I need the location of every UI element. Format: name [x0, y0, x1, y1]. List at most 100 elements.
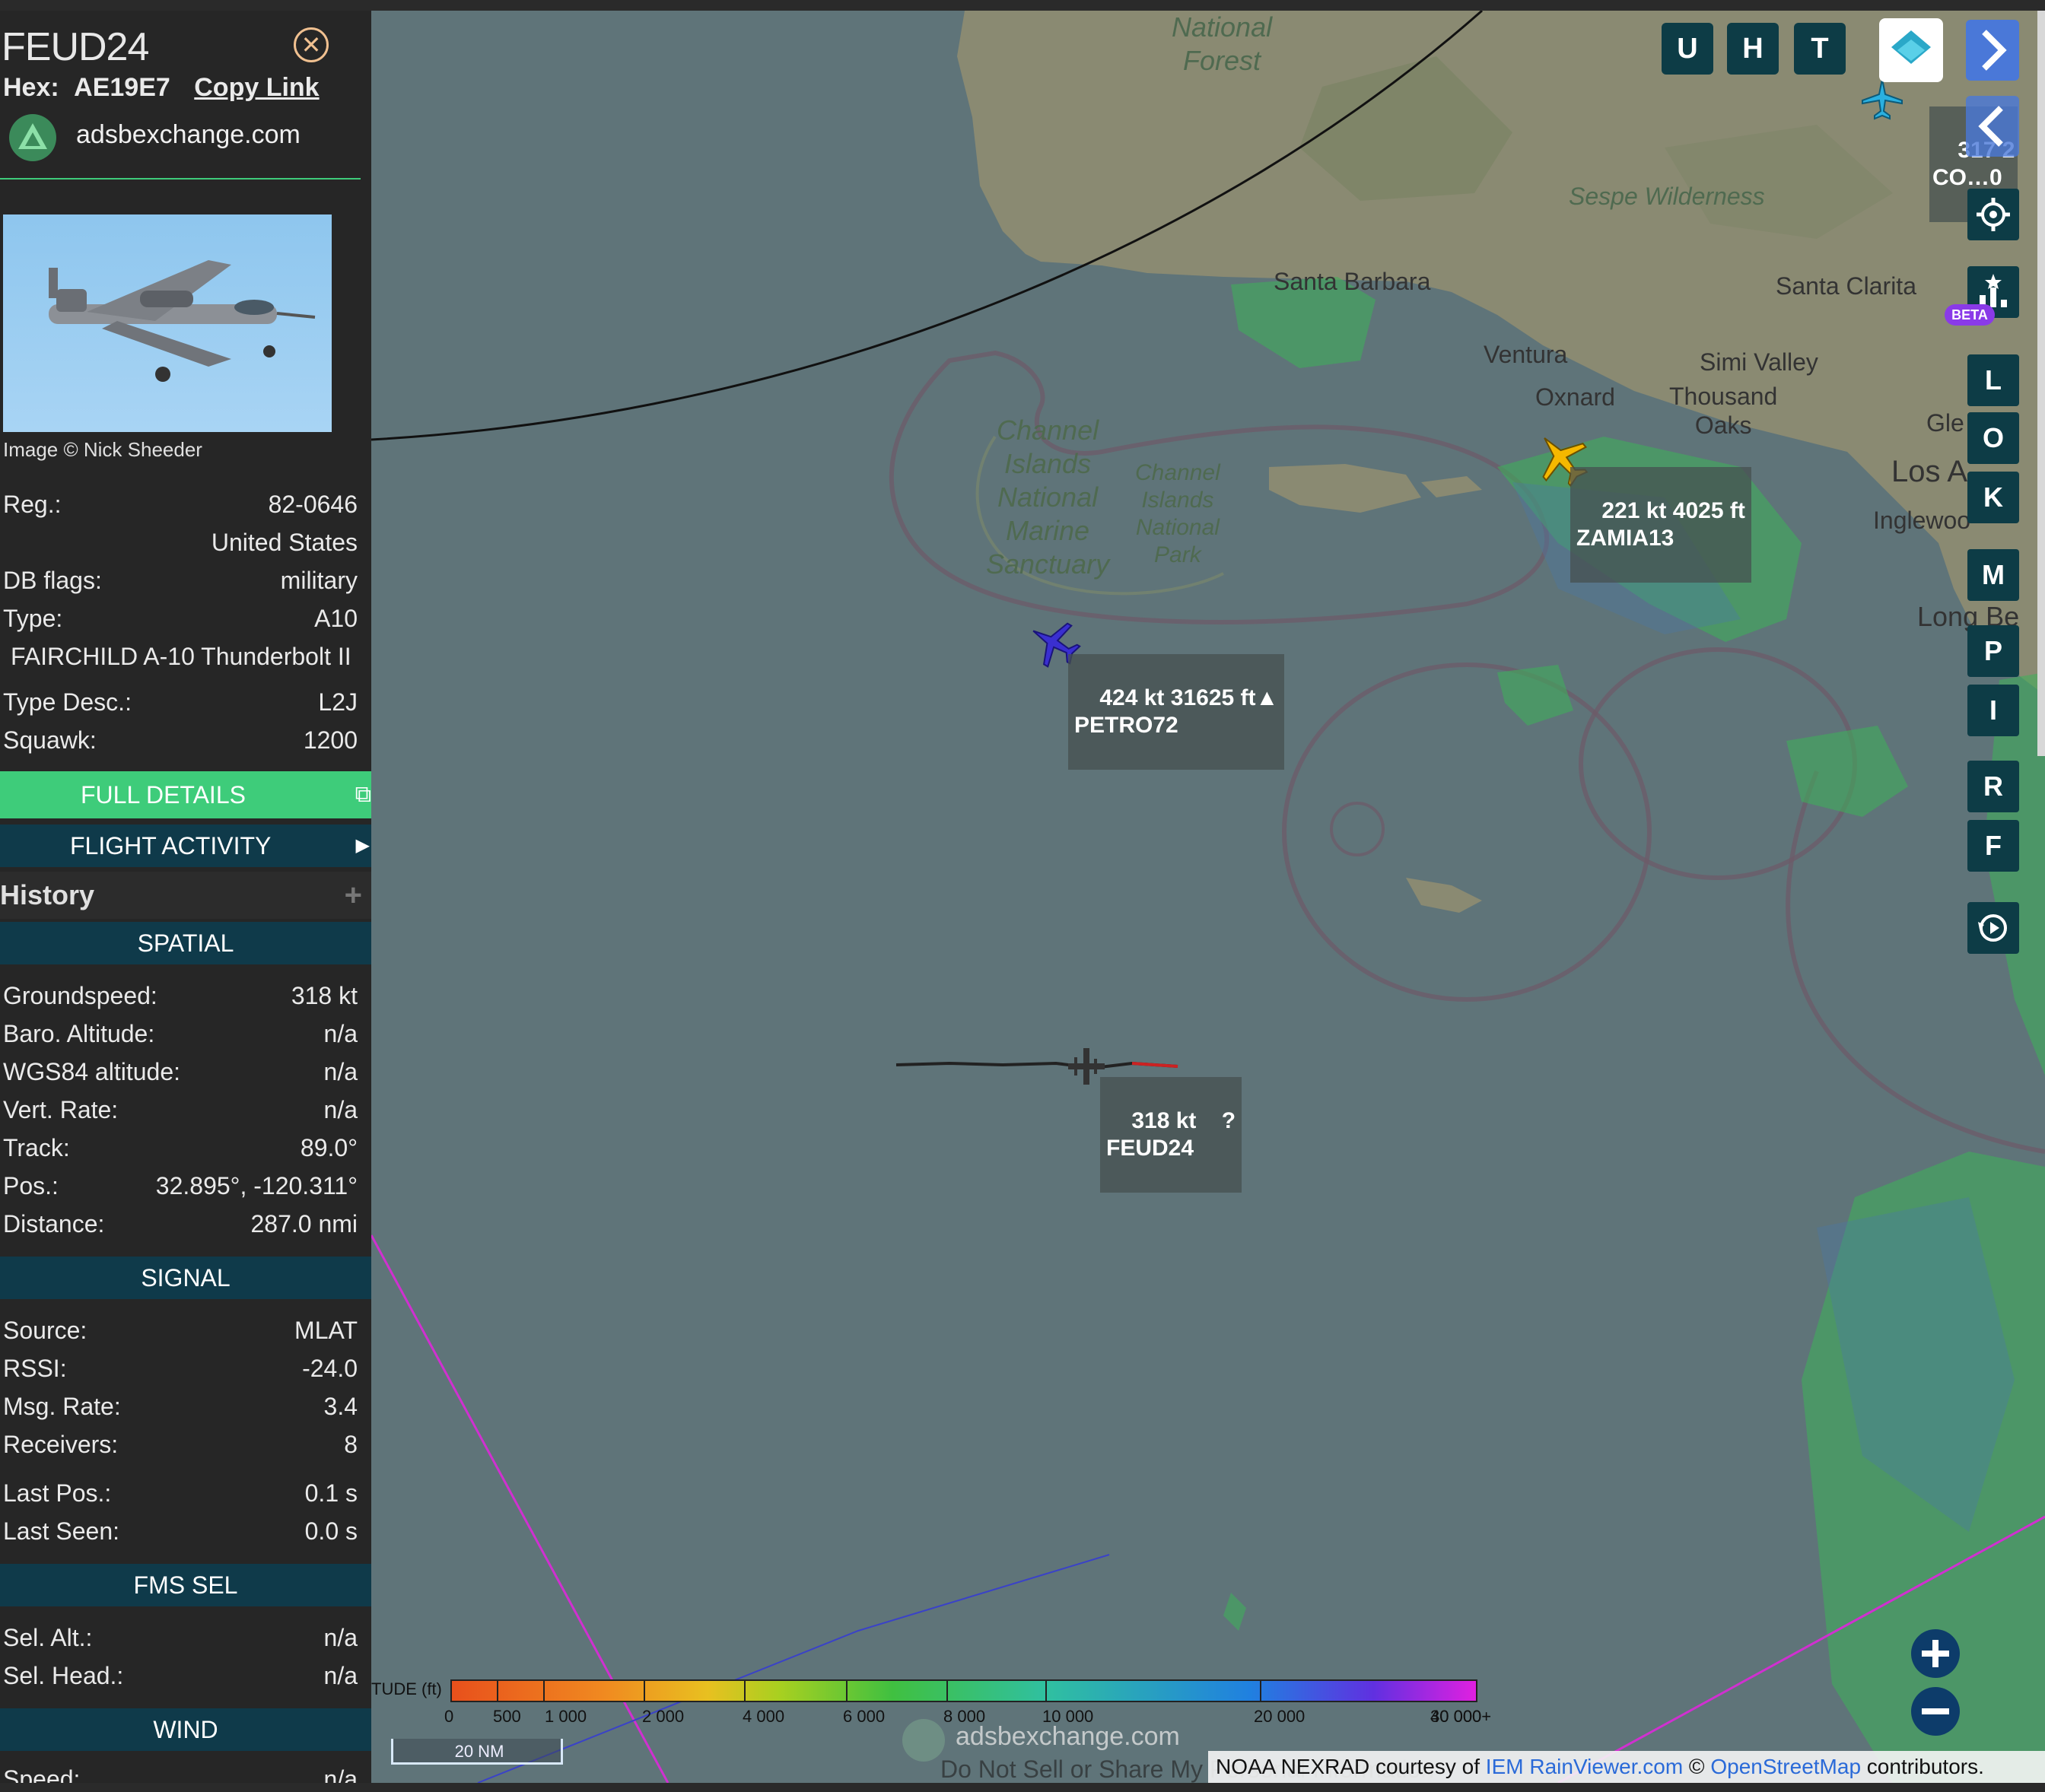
toggle-u-button[interactable]: U: [1662, 23, 1713, 75]
collapse-sidebar-button[interactable]: [1966, 96, 2019, 157]
toggle-t-button[interactable]: T: [1794, 23, 1846, 75]
callsign: CO…0: [1932, 165, 2002, 190]
field-label: Distance:: [3, 1210, 105, 1238]
hex-label: Hex:: [3, 73, 59, 102]
osm-link[interactable]: OpenStreetMap: [1710, 1755, 1861, 1778]
field-label: DB flags:: [3, 567, 102, 594]
field-value: MLAT: [294, 1317, 358, 1344]
zoom-out-button[interactable]: [1911, 1687, 1960, 1736]
toggle-m-button[interactable]: M: [1967, 549, 2019, 601]
legend-tick-label: 20 000: [1254, 1707, 1306, 1726]
aircraft-label-zamia13[interactable]: 221 kt 4025 ft ZAMIA13: [1570, 467, 1751, 583]
place-label-glendale: Gle: [1926, 409, 1964, 437]
minus-icon: [1922, 1708, 1949, 1714]
bottom-bar: [0, 1783, 2045, 1792]
settings-button[interactable]: [1967, 189, 2019, 240]
altitude: ?: [1221, 1108, 1236, 1133]
place-label-los-angeles: Los A: [1891, 455, 1968, 488]
signal-header: SIGNAL: [0, 1257, 371, 1299]
field-value: 82-0646: [268, 491, 358, 518]
toggle-h-button[interactable]: H: [1727, 23, 1779, 75]
aircraft-photo[interactable]: [3, 214, 332, 432]
typedesc-row: Type Desc.: L2J: [0, 683, 371, 721]
place-label-ventura: Ventura: [1484, 341, 1568, 368]
place-label-sespe: Sespe Wilderness: [1569, 183, 1765, 210]
place-label-santa-barbara: Santa Barbara: [1274, 268, 1431, 295]
spatial-row: Track: 89.0°: [0, 1129, 371, 1167]
legend-tick-label: 4 000: [743, 1707, 785, 1726]
rainviewer-link[interactable]: IEM RainViewer.com: [1486, 1755, 1683, 1778]
signal-row: Receivers: 8: [0, 1425, 371, 1463]
caret-right-icon: ▶: [355, 835, 370, 856]
place-label-inglewood: Inglewoo: [1873, 507, 1971, 534]
field-value: A10: [314, 605, 358, 632]
zoom-in-button[interactable]: [1911, 1629, 1960, 1678]
legend-tick-mark: [1476, 1679, 1477, 1702]
replay-button[interactable]: [1967, 902, 2019, 954]
legend-tick-mark: [846, 1679, 848, 1702]
adsbx-logo-icon: [9, 114, 56, 161]
expand-sidebar-button[interactable]: [1966, 20, 2019, 81]
field-label: Type Desc.:: [3, 688, 132, 716]
speed: 318 kt: [1131, 1108, 1197, 1133]
scale-bar: 20 NM: [391, 1739, 563, 1765]
signal-row: RSSI: -24.0: [0, 1349, 371, 1387]
plus-icon: [1922, 1640, 1949, 1667]
legend-tick-label: 1 000: [545, 1707, 587, 1726]
toggle-f-button[interactable]: F: [1967, 820, 2019, 872]
history-toggle[interactable]: History +: [0, 872, 371, 919]
toggle-o-button[interactable]: O: [1967, 412, 2019, 464]
spatial-row: Baro. Altitude: n/a: [0, 1015, 371, 1053]
toggle-r-button[interactable]: R: [1967, 761, 2019, 812]
map-view[interactable]: National Forest Sespe Wilderness Santa B…: [371, 11, 2045, 1783]
field-label: Msg. Rate:: [3, 1393, 121, 1420]
flight-activity-label: FLIGHT ACTIVITY: [70, 832, 272, 859]
copy-link[interactable]: Copy Link: [194, 73, 319, 102]
legend-tick-label: 2 000: [642, 1707, 685, 1726]
flight-activity-button[interactable]: FLIGHT ACTIVITY ▶: [0, 825, 371, 867]
legend-tick-mark: [1260, 1679, 1261, 1702]
field-value: 0.1 s: [304, 1479, 358, 1507]
field-value: 8: [344, 1431, 358, 1458]
toggle-k-button[interactable]: K: [1967, 472, 2019, 523]
layers-icon: [1891, 30, 1931, 64]
spatial-row: Vert. Rate: n/a: [0, 1091, 371, 1129]
toggle-i-button[interactable]: I: [1967, 685, 2019, 736]
watermark-logo-icon: [902, 1719, 945, 1762]
type-row: Type: A10: [0, 599, 371, 637]
field-label: Reg.:: [3, 491, 62, 518]
field-label: Sel. Alt.:: [3, 1624, 93, 1651]
altitude-legend-title: TUDE (ft): [371, 1679, 442, 1698]
field-label: Vert. Rate:: [3, 1096, 119, 1123]
full-details-button[interactable]: FULL DETAILS ⧉: [0, 771, 371, 818]
aircraft-label-petro72[interactable]: 424 kt 31625 ft▲ PETRO72: [1068, 654, 1285, 770]
place-label-thousand-oaks: Thousand Oaks: [1669, 383, 1778, 439]
place-label-cinms: Channel Islands National Marine Sanctuar…: [986, 415, 1110, 580]
field-label: RSSI:: [3, 1355, 67, 1382]
close-icon: ✕: [301, 31, 322, 59]
gear-icon: [1977, 198, 2010, 231]
map-scrollbar[interactable]: [2037, 11, 2045, 756]
field-value: n/a: [323, 1058, 358, 1085]
reg-row: Reg.: 82-0646: [0, 485, 371, 523]
toggle-l-button[interactable]: L: [1967, 354, 2019, 406]
aircraft-label-feud24[interactable]: 318 kt ? FEUD24: [1100, 1077, 1242, 1193]
image-credit[interactable]: Image © Nick Sheeder: [3, 438, 202, 462]
layers-button[interactable]: [1879, 18, 1943, 82]
country-row: United States: [0, 523, 371, 561]
close-button[interactable]: ✕: [294, 27, 329, 62]
site-link[interactable]: adsbexchange.com: [76, 120, 301, 150]
aircraft-info-panel: FEUD24 ✕ Hex: AE19E7 Copy Link adsbexcha…: [0, 11, 371, 1783]
aircraft-corner[interactable]: [1859, 76, 1905, 122]
fms-sel-header: FMS SEL: [0, 1564, 371, 1606]
field-label: Last Pos.:: [3, 1479, 112, 1507]
toggle-p-button[interactable]: P: [1967, 625, 2019, 677]
divider: [0, 178, 361, 180]
hex-value: AE19E7: [74, 73, 170, 102]
history-label: History: [0, 879, 95, 910]
spatial-row: WGS84 altitude: n/a: [0, 1053, 371, 1091]
chevron-left-icon: [1978, 106, 2003, 147]
field-value: 3.4: [323, 1393, 358, 1420]
altitude: 4025 ft: [1672, 498, 1745, 523]
field-value: 0.0 s: [304, 1517, 358, 1545]
